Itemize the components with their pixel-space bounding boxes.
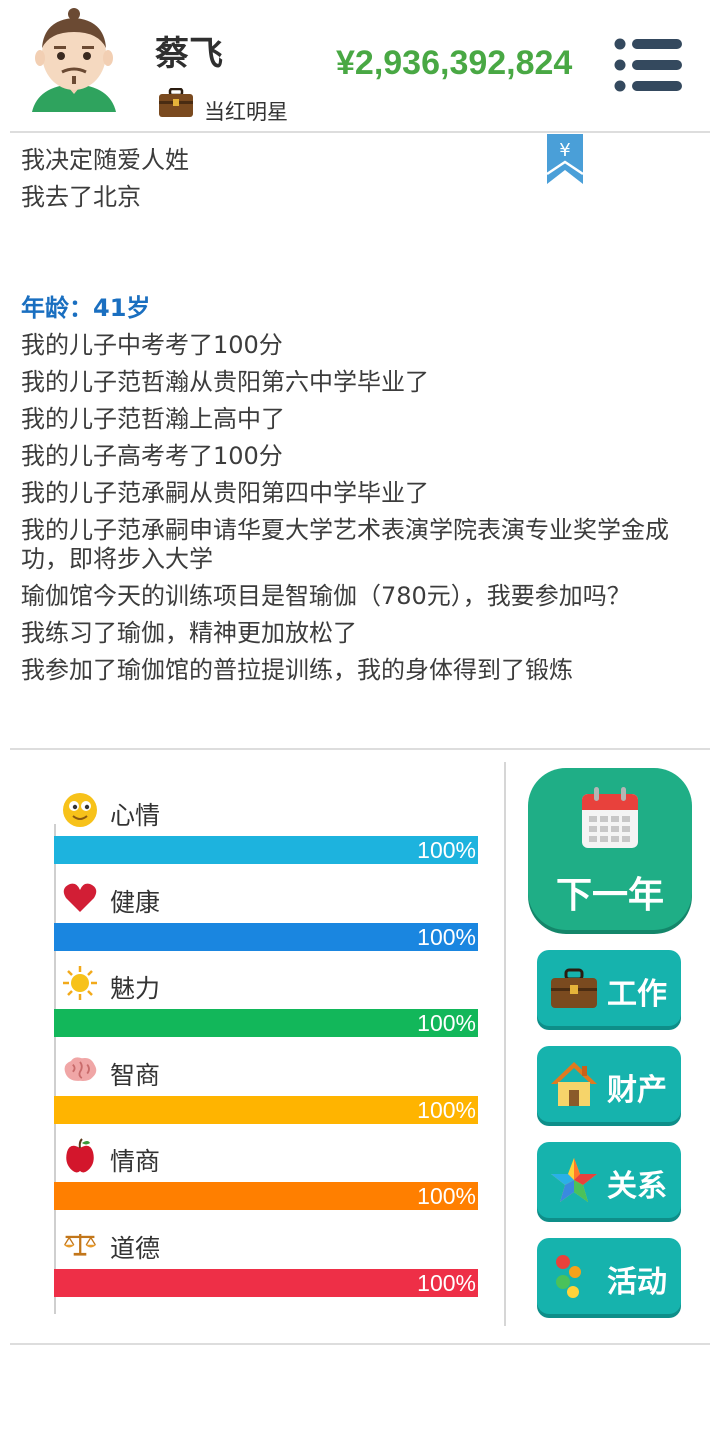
activities-button[interactable]: 活动 [537,1238,681,1314]
log-line: 我的儿子范哲瀚从贵阳第六中学毕业了 [21,368,429,396]
stat-label: 健康 [110,887,161,917]
calendar-icon [582,787,638,848]
star-icon [551,1158,597,1202]
age-line: 年龄：41岁 [21,294,151,322]
stat-mood: 心情 100% [54,770,478,864]
smiley-icon [63,793,97,827]
work-button[interactable]: 工作 [537,950,681,1026]
menu-icon[interactable] [612,36,684,94]
relations-button[interactable]: 关系 [537,1142,681,1218]
apple-icon [66,1138,94,1173]
log-line: 我的儿子高考考了100分 [21,442,283,470]
header: 蔡飞 当红明星 ¥2,936,392,824 [0,0,720,131]
stat-health: 健康 100% [54,857,478,951]
stat-label: 道德 [110,1233,161,1263]
log-divider [10,748,710,750]
money-balance: ¥2,936,392,824 [336,44,573,82]
next-year-button[interactable]: 下一年 [528,768,692,930]
log-line: 我的儿子中考考了100分 [21,331,283,359]
job-title: 当红明星 [204,100,288,124]
briefcase-icon [159,88,193,117]
bookmark-yuan-icon[interactable]: ¥ [546,134,584,186]
stat-label: 魅力 [110,974,161,1003]
log-line: 我练习了瑜伽，精神更加放松了 [21,619,357,647]
work-label: 工作 [607,977,667,1012]
stat-label: 心情 [110,801,161,830]
stat-iq: 智商 100% [54,1030,478,1124]
stat-eq: 情商 100% [54,1116,478,1210]
log-line: 瑜伽馆今天的训练项目是智瑜伽（780元），我要参加吗？ [21,582,631,610]
house-icon [551,1062,597,1106]
stat-bar-fill [54,1268,478,1297]
activity-dots-icon [556,1255,581,1298]
event-log: 我决定随爱人姓 我去了北京 年龄：41岁 我的儿子中考考了100分 我的儿子范哲… [21,142,693,689]
next-year-label: 下一年 [555,875,664,916]
avatar[interactable] [28,8,120,120]
stat-morality: 道德 100% [54,1203,478,1297]
log-line: 我去了北京 [21,183,141,211]
actions-divider [504,762,506,1326]
heart-icon [63,883,97,912]
log-line: 我参加了瑜伽馆的普拉提训练，我的身体得到了锻炼 [21,656,573,684]
stat-value: 100% [417,1269,476,1296]
stat-bar: 100% [54,1268,478,1297]
stat-charm: 魅力 100% [54,943,478,1037]
log-line: 我的儿子范哲瀚上高中了 [21,405,285,433]
stats-panel: 心情 100% 健康 100% 魅力 100% 智商 100% 情商 100% … [54,770,478,1297]
header-divider [10,131,710,133]
briefcase-icon [551,968,597,1008]
assets-button[interactable]: 财产 [537,1046,681,1122]
stat-label: 智商 [110,1060,161,1090]
player-name: 蔡飞 [155,34,223,74]
brain-icon [64,1056,97,1081]
scales-icon [63,1233,97,1256]
log-line: 我的儿子范承嗣从贵阳第四中学毕业了 [21,479,429,507]
log-line: 我的儿子范承嗣申请华夏大学艺术表演学院表演专业奖学金成功，即将步入大学 [21,516,669,573]
stat-label: 情商 [110,1147,161,1176]
bottom-divider [10,1343,710,1345]
log-line: 我决定随爱人姓 [21,146,189,174]
svg-text:¥: ¥ [559,140,570,161]
assets-label: 财产 [607,1073,667,1108]
relations-label: 关系 [607,1169,667,1204]
sun-icon [63,966,97,1000]
activities-label: 活动 [607,1265,667,1300]
